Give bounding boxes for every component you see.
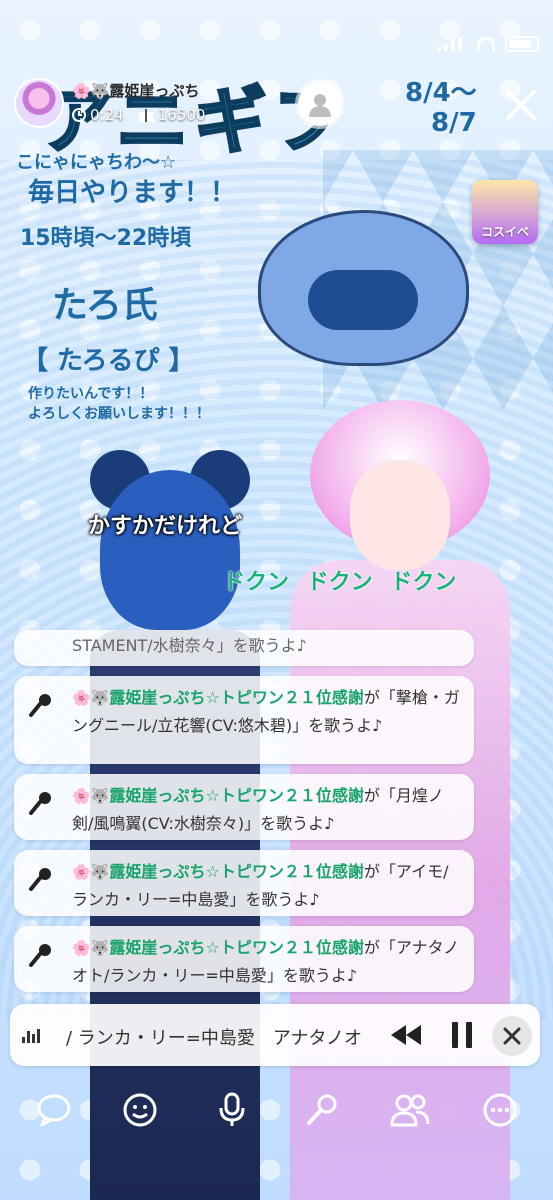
song-request-card-partial: STAMENT/水樹奈々」を歌うよ♪ — [14, 630, 474, 666]
equalizer-icon — [22, 1029, 40, 1043]
host-name[interactable]: 🌸🐺露姫崖っぷち — [72, 80, 200, 101]
viewers: 16500 — [138, 106, 206, 124]
request-post: 」を歌うよ♪ — [244, 814, 335, 833]
now-playing-text: / ランカ・リー=中島愛 アナタノオ — [66, 1028, 362, 1049]
request-user[interactable]: 露姫崖っぷち☆トピワン２１位感謝 — [109, 786, 364, 805]
poster-greeting: こにゃにゃちわ〜☆ — [16, 152, 177, 173]
mini-player[interactable]: / ランカ・リー=中島愛 アナタノオ — [10, 1004, 540, 1066]
follow-button[interactable] — [298, 82, 342, 126]
battery-icon — [505, 36, 539, 52]
lyric-line-current: かすかだけれど — [88, 514, 243, 539]
karaoke-mic-icon — [307, 1094, 337, 1125]
microphone-icon — [219, 1092, 245, 1126]
mascot-mask — [308, 270, 418, 330]
song-request-text: 🌸🐺露姫崖っぷち☆トピワン２１位感謝が「アイモ/ランカ・リー=中島愛」を歌うよ♪ — [72, 858, 462, 913]
song-request-card: 🌸🐺露姫崖っぷち☆トピワン２１位感謝が「撃槍・ガングニール/立花響(CV:悠木碧… — [14, 676, 474, 764]
collab-button[interactable] — [388, 1088, 432, 1132]
request-pre: が「 — [363, 688, 396, 707]
host-avatar[interactable] — [14, 78, 64, 128]
microphone-icon — [29, 792, 51, 815]
rewind-icon[interactable] — [388, 1022, 424, 1048]
song-request-card: 🌸🐺露姫崖っぷち☆トピワン２１位感謝が「アイモ/ランカ・リー=中島愛」を歌うよ♪ — [14, 850, 474, 916]
song-request-card: 🌸🐺露姫崖っぷち☆トピワン２１位感謝が「アナタノオト/ランカ・リー=中島愛」を歌… — [14, 926, 474, 992]
song-request-text: 🌸🐺露姫崖っぷち☆トピワン２１位感謝が「月煌ノ剣/風鳴翼(CV:水樹奈々)」を歌… — [72, 782, 462, 837]
close-icon — [503, 1027, 521, 1045]
user-emoji: 🌸🐺 — [72, 939, 110, 957]
user-emoji: 🌸🐺 — [72, 863, 110, 881]
boy-hair — [100, 470, 240, 630]
poster-date: 8/4～ 8/7 — [405, 78, 477, 138]
request-pre: が「 — [363, 862, 396, 881]
song-request-text: 🌸🐺露姫崖っぷち☆トピワン２１位感謝が「アナタノオト/ランカ・リー=中島愛」を歌… — [72, 934, 462, 989]
song-request-card: 🌸🐺露姫崖っぷち☆トピワン２１位感謝が「月煌ノ剣/風鳴翼(CV:水樹奈々)」を歌… — [14, 774, 474, 840]
microphone-icon — [29, 694, 51, 717]
wifi-icon — [477, 37, 495, 51]
host-header[interactable]: 🌸🐺露姫崖っぷち 0:24 16500 — [14, 74, 344, 132]
poster-handle: 【 たろるぴ 】 — [22, 346, 195, 376]
request-user[interactable]: 露姫崖っぷち☆トピワン２１位感謝 — [109, 938, 364, 957]
request-post: 」を歌うよ♪ — [292, 716, 383, 735]
signal-icon — [437, 37, 467, 51]
pause-icon[interactable] — [450, 1020, 474, 1050]
bottom-action-bar — [0, 1088, 553, 1140]
speech-bubble-icon — [37, 1094, 71, 1126]
request-post: 」を歌うよ♪ — [266, 966, 358, 985]
request-user[interactable]: 露姫崖っぷち☆トピワン２１位感謝 — [109, 862, 364, 881]
song-request-text: 🌸🐺露姫崖っぷち☆トピワン２１位感謝が「撃槍・ガングニール/立花響(CV:悠木碧… — [72, 684, 462, 739]
poster-time: 15時頃～22時頃 — [20, 226, 192, 251]
user-icon — [309, 94, 331, 117]
user-emoji: 🌸🐺 — [72, 689, 110, 707]
event-badge[interactable]: コスイベ — [472, 180, 538, 244]
karaoke-button[interactable] — [300, 1088, 344, 1132]
close-icon[interactable] — [502, 86, 540, 124]
clock-icon — [72, 108, 86, 122]
girl-face — [350, 460, 450, 570]
song-request-text: STAMENT/水樹奈々」を歌うよ♪ — [72, 636, 307, 655]
status-bar — [437, 36, 539, 52]
comment-button[interactable] — [32, 1088, 76, 1132]
reaction-button[interactable] — [118, 1088, 162, 1132]
poster-message: 作りたいんです！！ よろしくお願いします！！！ — [28, 386, 210, 422]
voice-button[interactable] — [210, 1088, 254, 1132]
viewers-value: 16500 — [157, 106, 206, 124]
user-emoji: 🌸🐺 — [72, 787, 110, 805]
duration-value: 0:24 — [90, 106, 124, 124]
duration: 0:24 — [72, 106, 124, 124]
poster-creator: たろ氏 — [52, 285, 158, 326]
request-post: 」を歌うよ♪ — [229, 890, 320, 909]
microphone-icon — [29, 944, 51, 967]
lyric-line-next: ドクン ドクン ドクン — [223, 570, 457, 595]
request-pre: が「 — [363, 938, 396, 957]
gift-icon — [138, 109, 153, 122]
poster-daily: 毎日やります！！ — [28, 178, 237, 208]
request-pre: が「 — [363, 786, 396, 805]
more-button[interactable] — [478, 1088, 522, 1132]
more-icon — [483, 1093, 517, 1127]
host-meta: 0:24 16500 — [72, 106, 205, 124]
event-badge-label: コスイベ — [480, 225, 529, 239]
microphone-icon — [29, 868, 51, 891]
player-close-button[interactable] — [492, 1016, 532, 1056]
request-user[interactable]: 露姫崖っぷち☆トピワン２１位感謝 — [109, 688, 364, 707]
smile-icon — [123, 1093, 157, 1127]
people-icon — [390, 1094, 430, 1127]
